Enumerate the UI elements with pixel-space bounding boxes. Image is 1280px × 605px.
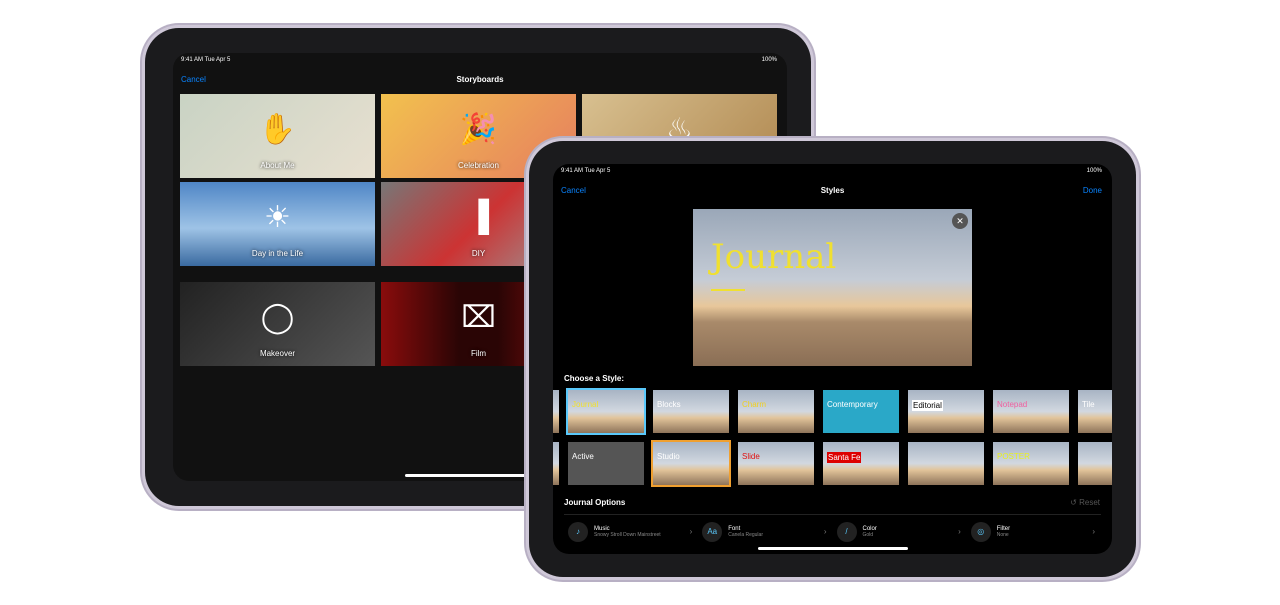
eyedropper-icon: /	[836, 521, 857, 542]
option-name: Filter	[996, 525, 1011, 532]
option-filter[interactable]: ◎ Filter None ›	[967, 515, 1101, 548]
storyboard-tile[interactable]: ✋ About Me	[180, 94, 375, 178]
home-indicator	[757, 547, 908, 550]
style-thumbnail[interactable]: POSTER	[993, 442, 1069, 485]
style-thumbnail[interactable]	[908, 442, 984, 485]
tile-label: Makeover	[259, 349, 296, 358]
reset-button[interactable]: ↺ Reset	[1070, 498, 1100, 507]
tile-label: Day in the Life	[251, 249, 304, 258]
chevron-right-icon: ›	[958, 527, 961, 536]
style-thumbnail[interactable]	[553, 442, 559, 485]
style-thumbnail[interactable]	[553, 390, 559, 433]
style-name: Contemporary	[827, 400, 878, 409]
preview-title: Journal	[711, 237, 837, 277]
option-music[interactable]: ♪ Music Snowy Stroll Down Mainstreet ›	[564, 515, 698, 548]
style-name: POSTER	[997, 452, 1030, 461]
option-color[interactable]: / Color Gold ›	[833, 515, 967, 548]
mirror-icon: ◯	[260, 301, 295, 334]
style-name: Active	[572, 452, 594, 461]
style-name: Slide	[742, 452, 760, 461]
style-thumbnail[interactable]: Tile	[1078, 390, 1112, 433]
styles-screen: 9:41 AM Tue Apr 5 100% Cancel Styles Done J…	[553, 164, 1112, 554]
front-ipad: 9:41 AM Tue Apr 5 100% Cancel Styles Done J…	[529, 141, 1136, 577]
style-thumbnail[interactable]: Contemporary	[823, 390, 899, 433]
style-thumbnail[interactable]: Studio	[651, 440, 731, 487]
page-title: Storyboards	[456, 75, 504, 84]
chevron-right-icon: ›	[689, 527, 693, 536]
storyboard-tile[interactable]: ◯ Makeover	[180, 282, 375, 366]
style-thumbnail[interactable]: Notepad	[993, 390, 1069, 433]
status-time: 9:41 AM Tue Apr 5	[181, 57, 231, 63]
video-preview[interactable]: Journal ✕	[693, 209, 972, 366]
font-icon: Aa	[702, 521, 723, 542]
option-value: Gold	[862, 531, 874, 538]
style-thumbnail[interactable]: Active	[568, 442, 644, 485]
style-name: Studio	[657, 452, 680, 461]
option-value: Canela Regular	[728, 531, 763, 538]
style-name: Charm	[742, 400, 767, 409]
tile-label: About Me	[260, 161, 295, 170]
battery: 100%	[1086, 168, 1102, 174]
style-thumbnail[interactable]: Charm	[738, 390, 814, 433]
style-name: Santa Fe	[827, 452, 862, 463]
style-thumbnail[interactable]: Slide	[738, 442, 814, 485]
mute-icon[interactable]: ✕	[952, 213, 968, 229]
waving-hand-icon: ✋	[258, 113, 297, 146]
reset-label: Reset	[1079, 498, 1100, 507]
chevron-right-icon: ›	[823, 527, 827, 536]
style-thumbnail[interactable]	[1078, 442, 1112, 485]
done-button[interactable]: Done	[1083, 186, 1102, 195]
option-font[interactable]: Aa Font Canela Regular ›	[698, 515, 832, 548]
style-name: Tile	[1082, 400, 1095, 409]
status-bar: 9:41 AM Tue Apr 5 100%	[181, 57, 777, 63]
filter-icon: ◎	[970, 521, 991, 542]
option-name: Color	[862, 525, 877, 532]
style-thumbnail[interactable]: Journal	[566, 388, 646, 435]
choose-style-label: Choose a Style:	[564, 374, 625, 383]
style-thumbnail[interactable]: Editorial	[908, 390, 984, 433]
option-value: None	[996, 531, 1009, 538]
nav-bar: Cancel Storyboards	[173, 71, 787, 93]
chevron-right-icon: ›	[1092, 527, 1095, 536]
style-thumbnail[interactable]: Santa Fe	[823, 442, 899, 485]
style-name: Journal	[572, 400, 599, 409]
party-popper-icon: 🎉	[459, 113, 498, 146]
battery: 100%	[761, 57, 777, 63]
page-title: Styles	[820, 186, 845, 195]
option-value: Snowy Stroll Down Mainstreet	[594, 531, 661, 538]
storyboard-tile[interactable]: ☀ Day in the Life	[180, 182, 375, 266]
style-name: Editorial	[912, 400, 943, 411]
status-time: 9:41 AM Tue Apr 5	[561, 168, 611, 174]
options-bar: ♪ Music Snowy Stroll Down Mainstreet › Aa Fon…	[564, 514, 1101, 548]
music-note-icon: ♪	[568, 521, 588, 542]
sunrise-icon: ☀	[264, 201, 291, 234]
title-underline	[711, 289, 745, 291]
options-heading: Journal Options	[564, 498, 626, 507]
style-thumbnail[interactable]: Blocks	[653, 390, 729, 433]
style-name: Notepad	[997, 400, 1028, 409]
style-name: Blocks	[657, 400, 681, 409]
status-bar: 9:41 AM Tue Apr 5 100%	[561, 168, 1102, 174]
nav-bar: Cancel Styles Done	[553, 182, 1112, 204]
